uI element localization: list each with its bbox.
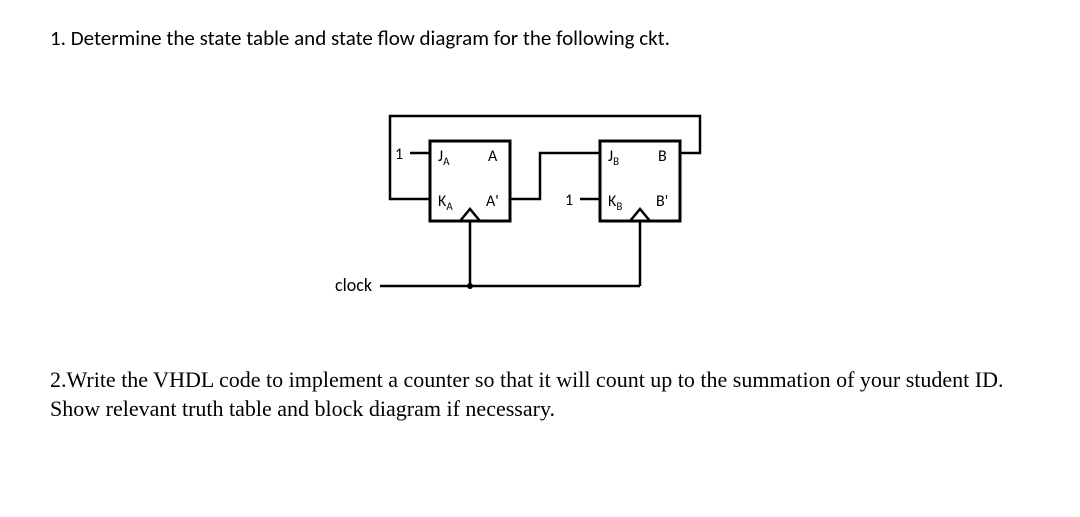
ffB-q-label: B bbox=[658, 147, 667, 166]
question-1-text: 1. Determine the state table and state f… bbox=[50, 25, 1030, 51]
ffA-q-label: A bbox=[488, 147, 498, 166]
ffB-j-label: JB bbox=[608, 147, 619, 168]
ffB-qn-label: B' bbox=[656, 192, 668, 211]
clock-junction-dot-icon bbox=[467, 283, 473, 289]
ffA-j-input-value: 1 bbox=[395, 145, 403, 164]
ffA-qn-label: A' bbox=[486, 192, 499, 211]
ffB-k-input-value: 1 bbox=[565, 191, 573, 210]
wire-aprime-to-jb bbox=[510, 153, 600, 199]
ffB-clock-triangle-icon bbox=[630, 209, 650, 221]
ffB-k-label: KB bbox=[608, 192, 622, 213]
circuit-diagram: JA KA A A' 1 JB KB B B' 1 bbox=[50, 91, 1030, 321]
ffA-j-label: JA bbox=[438, 147, 450, 168]
question-2-text: 2.Write the VHDL code to implement a cou… bbox=[50, 366, 1030, 423]
clock-label: clock bbox=[335, 274, 372, 296]
circuit-svg: JA KA A A' 1 JB KB B B' 1 bbox=[330, 91, 750, 321]
wire-feedback-b-to-ka bbox=[390, 116, 700, 199]
ffA-clock-triangle-icon bbox=[460, 209, 480, 221]
ffA-k-label: KA bbox=[438, 192, 453, 213]
